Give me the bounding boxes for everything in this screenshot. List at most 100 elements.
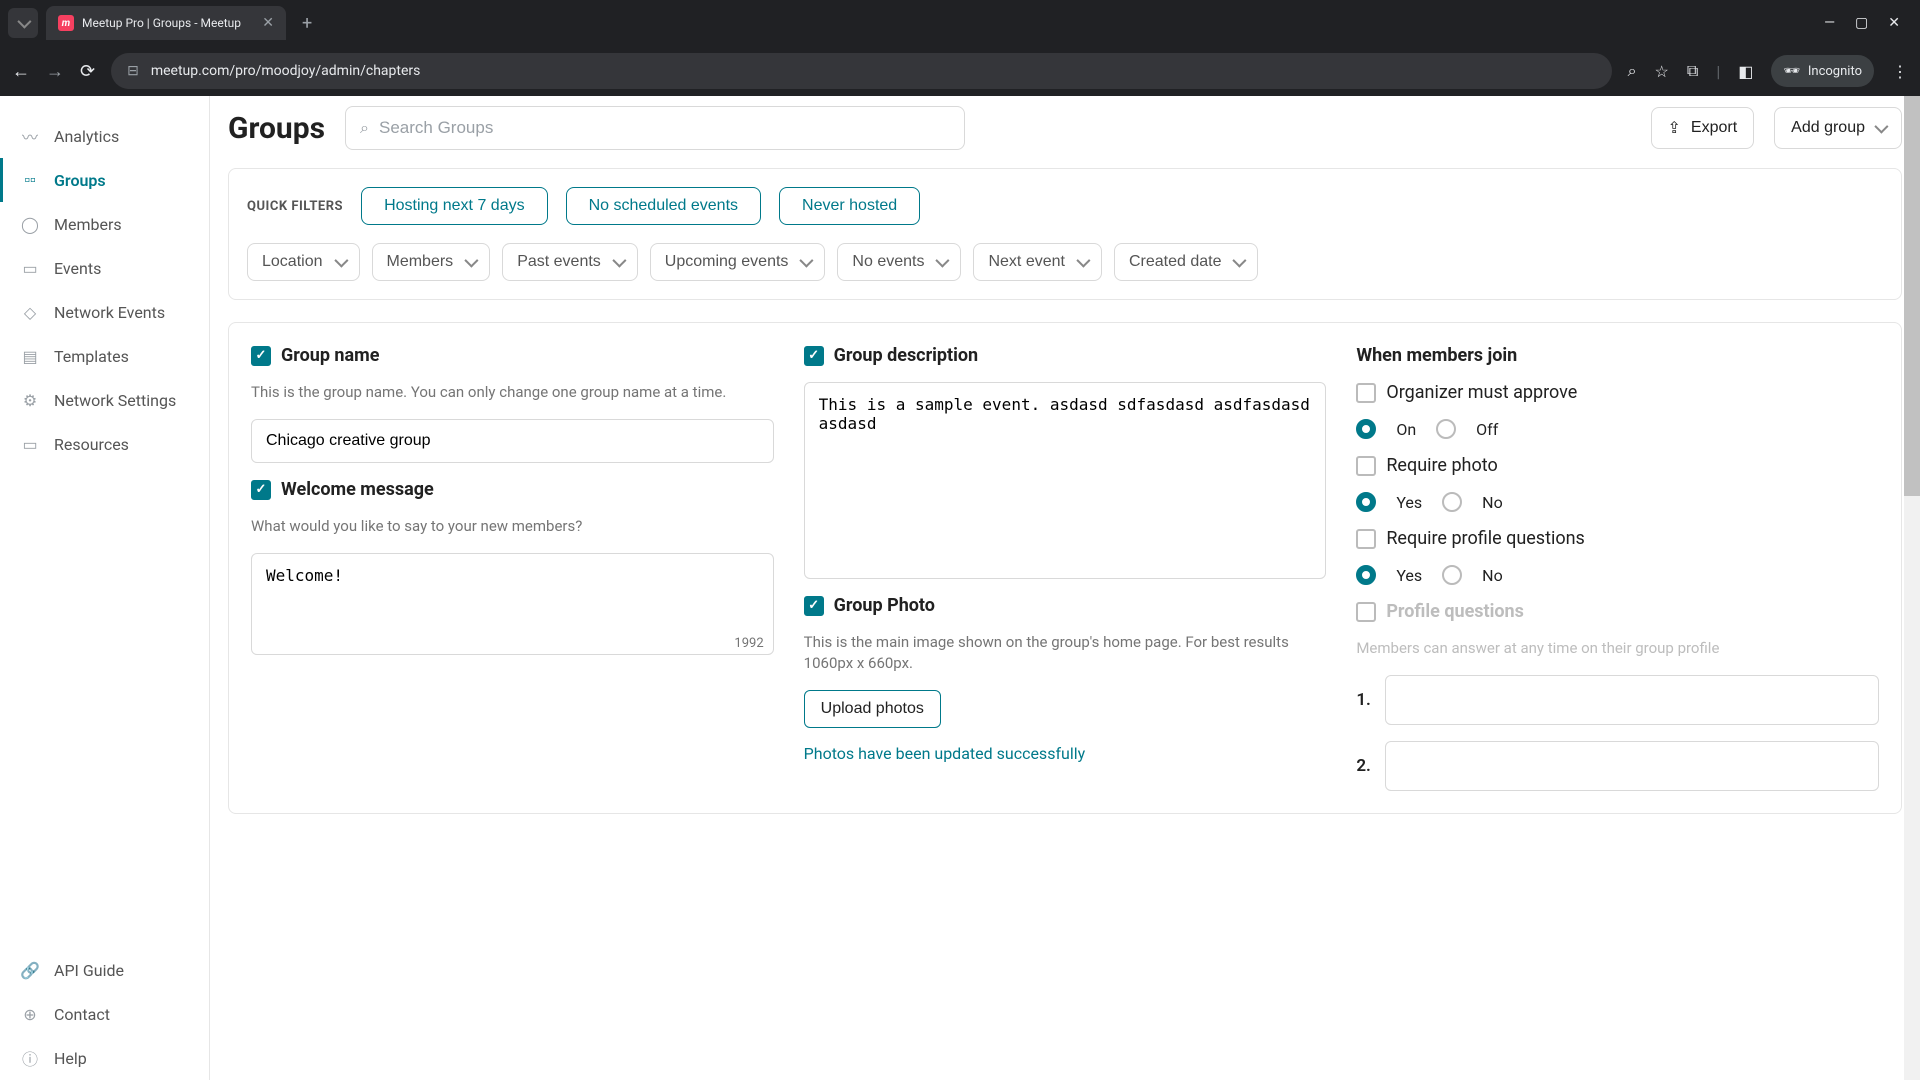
export-button[interactable]: ⇪Export [1651, 107, 1755, 149]
quick-filter-no-scheduled[interactable]: No scheduled events [566, 187, 761, 225]
welcome-char-count: 1992 [734, 636, 763, 651]
export-icon: ⇪ [1668, 118, 1681, 138]
menu-icon[interactable]: ⋮ [1892, 62, 1908, 81]
maximize-icon[interactable]: ▢ [1855, 15, 1868, 31]
checkbox-welcome[interactable]: ✓ [251, 480, 271, 500]
incognito-indicator[interactable]: 🕶 Incognito [1771, 55, 1874, 87]
page-title: Groups [228, 111, 325, 146]
checkbox-require-questions[interactable] [1356, 529, 1376, 549]
sidebar-item-network-settings[interactable]: ⚙Network Settings [0, 378, 209, 422]
group-photo-label[interactable]: ✓ Group Photo [804, 595, 1327, 616]
sidebar-item-members[interactable]: ◯Members [0, 202, 209, 246]
group-name-input[interactable] [251, 419, 774, 463]
search-icon[interactable]: ⌕ [1628, 61, 1637, 81]
filter-created-date[interactable]: Created date [1114, 243, 1259, 281]
search-groups[interactable]: ⌕ [345, 106, 965, 150]
group-description-label[interactable]: ✓ Group description [804, 345, 1327, 366]
radio-on[interactable] [1356, 419, 1376, 439]
radio-yes[interactable] [1356, 492, 1376, 512]
question-2-input[interactable] [1385, 741, 1879, 791]
sidebar-item-events[interactable]: ▭Events [0, 246, 209, 290]
filter-upcoming-events[interactable]: Upcoming events [650, 243, 826, 281]
sidebar: 〰Analytics ▫▫Groups ◯Members ▭Events ◇Ne… [0, 96, 210, 1080]
welcome-message-label[interactable]: ✓ Welcome message [251, 479, 774, 500]
sidebar-item-help[interactable]: ⓘHelp [0, 1036, 209, 1080]
members-icon: ◯ [20, 214, 40, 234]
checkbox-photo[interactable]: ✓ [804, 596, 824, 616]
upload-success-message: Photos have been updated successfully [804, 744, 1327, 763]
checkbox-profile-questions[interactable] [1356, 602, 1376, 622]
extensions-icon[interactable]: ⧉ [1687, 61, 1698, 81]
site-info-icon[interactable]: ⊟ [127, 63, 139, 79]
quick-filter-never-hosted[interactable]: Never hosted [779, 187, 920, 225]
group-description-textarea[interactable] [804, 382, 1327, 579]
reload-icon[interactable]: ⟳ [80, 61, 95, 82]
sidebar-item-network-events[interactable]: ◇Network Events [0, 290, 209, 334]
add-group-button[interactable]: Add group [1774, 107, 1902, 149]
close-window-icon[interactable]: ✕ [1888, 15, 1900, 31]
filter-next-event[interactable]: Next event [973, 243, 1101, 281]
require-photo-radio: Yes No [1356, 492, 1879, 512]
quick-filter-hosting-7-days[interactable]: Hosting next 7 days [361, 187, 548, 225]
new-tab-button[interactable]: + [302, 13, 312, 34]
chevron-down-icon [17, 15, 31, 29]
chevron-down-icon [334, 254, 348, 268]
require-questions-row[interactable]: Require profile questions [1356, 528, 1879, 549]
bookmark-icon[interactable]: ☆ [1655, 62, 1669, 81]
when-members-join-title: When members join [1356, 345, 1879, 366]
welcome-textarea[interactable] [251, 553, 774, 655]
window-controls: ― ▢ ✕ [1824, 15, 1912, 31]
welcome-helper: What would you like to say to your new m… [251, 516, 774, 537]
minimize-icon[interactable]: ― [1824, 15, 1835, 31]
checkbox-group-name[interactable]: ✓ [251, 346, 271, 366]
filter-no-events[interactable]: No events [837, 243, 961, 281]
events-icon: ▭ [20, 258, 40, 278]
require-photo-row[interactable]: Require photo [1356, 455, 1879, 476]
sidebar-item-analytics[interactable]: 〰Analytics [0, 114, 209, 158]
filter-location[interactable]: Location [247, 243, 360, 281]
forward-icon[interactable]: → [46, 61, 64, 82]
back-icon[interactable]: ← [12, 61, 30, 82]
side-panel-icon[interactable]: ◧ [1738, 62, 1753, 81]
templates-icon: ▤ [20, 346, 40, 366]
scrollbar-thumb[interactable] [1904, 96, 1920, 496]
profile-questions-helper: Members can answer at any time on their … [1356, 638, 1879, 659]
url-input[interactable]: ⊟ meetup.com/pro/moodjoy/admin/chapters [111, 53, 1611, 89]
checkbox-description[interactable]: ✓ [804, 346, 824, 366]
checkbox-require-photo[interactable] [1356, 456, 1376, 476]
upload-photos-button[interactable]: Upload photos [804, 690, 941, 728]
resources-icon: ▭ [20, 434, 40, 454]
browser-chrome: m Meetup Pro | Groups - Meetup ✕ + ― ▢ ✕… [0, 0, 1920, 96]
search-input[interactable] [379, 118, 950, 138]
sidebar-item-contact[interactable]: ⊕Contact [0, 992, 209, 1036]
filter-members[interactable]: Members [372, 243, 491, 281]
group-name-label[interactable]: ✓ Group name [251, 345, 774, 366]
network-events-icon: ◇ [20, 302, 40, 322]
search-icon: ⌕ [360, 118, 369, 138]
radio-no-2[interactable] [1442, 565, 1462, 585]
require-questions-radio: Yes No [1356, 565, 1879, 585]
page-scrollbar[interactable] [1904, 96, 1920, 1080]
browser-tab[interactable]: m Meetup Pro | Groups - Meetup ✕ [46, 6, 286, 40]
tab-dropdown-button[interactable] [8, 8, 38, 38]
radio-no[interactable] [1442, 492, 1462, 512]
contact-icon: ⊕ [20, 1004, 40, 1024]
app: 〰Analytics ▫▫Groups ◯Members ▭Events ◇Ne… [0, 96, 1920, 1080]
radio-off[interactable] [1436, 419, 1456, 439]
radio-yes-2[interactable] [1356, 565, 1376, 585]
analytics-icon: 〰 [20, 126, 40, 146]
filters-panel: QUICK FILTERS Hosting next 7 days No sch… [228, 168, 1902, 300]
chevron-down-icon [1874, 120, 1888, 134]
close-icon[interactable]: ✕ [262, 15, 274, 31]
sidebar-item-templates[interactable]: ▤Templates [0, 334, 209, 378]
profile-questions-row[interactable]: Profile questions [1356, 601, 1879, 622]
sidebar-item-groups[interactable]: ▫▫Groups [0, 158, 209, 202]
question-1-input[interactable] [1385, 675, 1879, 725]
group-name-helper: This is the group name. You can only cha… [251, 382, 774, 403]
sidebar-item-resources[interactable]: ▭Resources [0, 422, 209, 466]
sidebar-item-api-guide[interactable]: 🔗API Guide [0, 948, 209, 992]
organizer-approve-row[interactable]: Organizer must approve [1356, 382, 1879, 403]
help-icon: ⓘ [20, 1048, 40, 1068]
filter-past-events[interactable]: Past events [502, 243, 638, 281]
checkbox-organizer-approve[interactable] [1356, 383, 1376, 403]
